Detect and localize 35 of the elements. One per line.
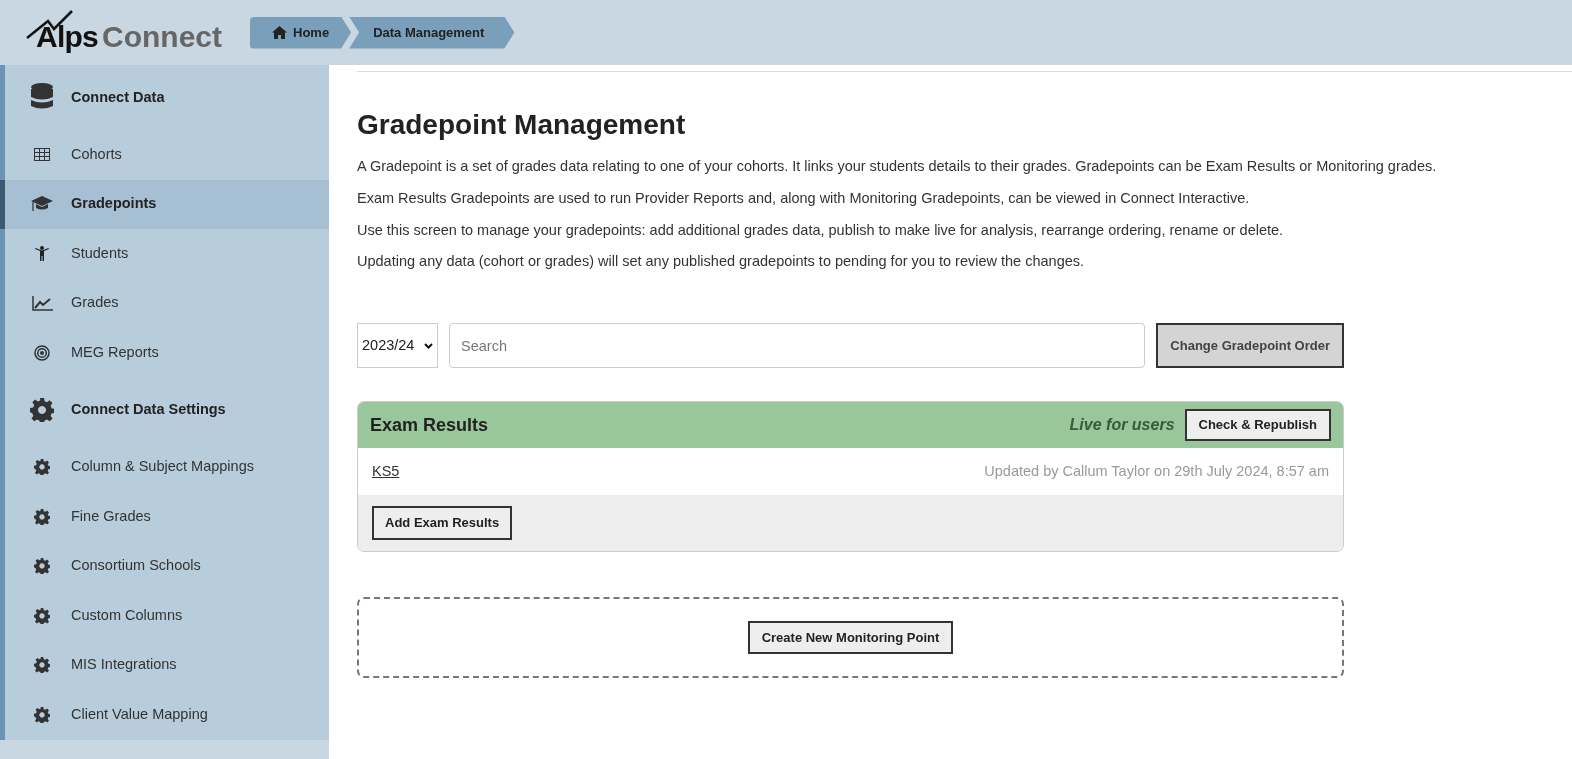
- gear-icon: [34, 706, 50, 723]
- description-text: A Gradepoint is a set of grades data relating to one of your cohorts. It links your students details to their grades. Gradepoints can be Exam Results or Monitoring grades.: [357, 157, 1438, 176]
- caret-icon: [424, 342, 433, 349]
- gear-icon: [34, 657, 50, 674]
- add-exam-results-button[interactable]: Add Exam Results: [372, 506, 513, 540]
- home-icon: [272, 26, 287, 39]
- page-title: Gradepoint Management: [357, 108, 687, 142]
- sidebar-section-header: Connect Data: [5, 65, 329, 130]
- create-monitoring-point-button[interactable]: Create New Monitoring Point: [747, 621, 954, 654]
- search-field[interactable]: Search: [449, 323, 1146, 368]
- gradepoint-link[interactable]: KS5: [372, 460, 400, 483]
- table-icon: [34, 148, 50, 162]
- panel-title: Exam Results: [370, 413, 490, 437]
- check-republish-button[interactable]: Check & Republish: [1184, 409, 1331, 441]
- gear-icon: [34, 558, 50, 575]
- breadcrumb-link[interactable]: Home: [250, 16, 352, 49]
- description-text: Updating any data (cohort or grades) will set any published gradepoints to pending for you to review the changes.: [357, 252, 1086, 272]
- graduation-cap-icon: [31, 196, 53, 213]
- person-icon: [35, 246, 49, 262]
- target-icon: [34, 344, 50, 361]
- description-text: Use this screen to manage your gradepoints: add additional grades data, publish to make live for analysis, rearrange ordering, rename or delete.: [357, 220, 1285, 240]
- logo: AlpsConnect: [26, 6, 222, 59]
- gear-icon: [30, 398, 54, 422]
- updated-text: Updated by Callum Taylor on 29th July 2024, 8:57 am: [984, 461, 1329, 481]
- gear-icon: [34, 607, 50, 624]
- status-label: Live for users: [1069, 415, 1175, 435]
- description-text: Exam Results Gradepoints are used to run Provider Reports and, along with Monitoring Gradepoints, can be viewed in Connect Interactive.: [357, 188, 1251, 208]
- sidebar-section-header: Connect Data Settings: [5, 377, 329, 443]
- breadcrumb-link[interactable]: Data Management: [349, 16, 515, 49]
- gear-icon: [34, 508, 50, 525]
- gear-icon: [34, 459, 50, 476]
- sidebar-item[interactable]: Gradepoints: [0, 179, 329, 229]
- year-select[interactable]: 2023/24: [357, 323, 438, 368]
- change-order-button[interactable]: Change Gradepoint Order: [1156, 323, 1344, 368]
- line-chart-icon: [31, 295, 53, 311]
